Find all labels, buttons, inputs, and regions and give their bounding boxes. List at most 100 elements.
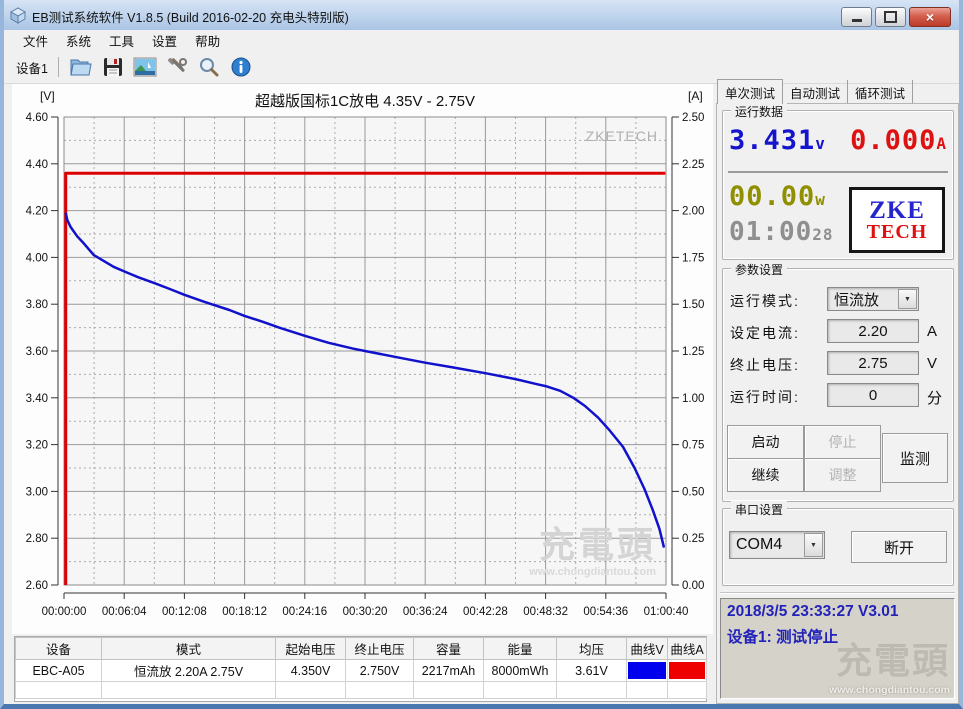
y-left-tick: 2.60 (26, 580, 48, 592)
chongdiantou-url-watermark: www.chongdiantou.com (528, 566, 656, 578)
x-tick: 00:06:04 (102, 606, 147, 618)
device-tab[interactable]: 设备1 (4, 54, 56, 81)
menu-item-3[interactable]: 设置 (143, 29, 186, 52)
status-box: 2018/3/5 23:33:27 V3.01 设备1: 测试停止 充電頭 ww… (720, 598, 955, 699)
titlebar: EB测试系统软件 V1.8.5 (Build 2016-02-20 充电头特别版… (0, 0, 963, 31)
status-timestamp: 2018/3/5 23:33:27 V3.01 (727, 603, 948, 621)
y-right-tick: 1.50 (682, 299, 704, 311)
maximize-icon (884, 11, 897, 23)
y-right-tick: 0.50 (682, 486, 704, 498)
y-left-tick: 3.40 (26, 393, 48, 405)
y-right-tick: 0.25 (682, 533, 704, 545)
resume-button[interactable]: 继续 (727, 458, 804, 492)
table-header-模式: 模式 (102, 638, 276, 660)
table-cell: 4.350V (276, 660, 346, 682)
x-tick: 00:00:00 (42, 606, 87, 618)
x-tick: 00:48:32 (523, 606, 568, 618)
minimize-icon (852, 19, 862, 22)
start-button[interactable]: 启动 (727, 425, 804, 459)
tab-自动测试[interactable]: 自动测试 (783, 80, 848, 104)
x-tick: 00:42:28 (463, 606, 508, 618)
close-button[interactable]: × (909, 7, 951, 27)
maximize-button[interactable] (875, 7, 906, 27)
chevron-down-icon[interactable]: ▼ (804, 533, 823, 557)
tools-icon[interactable] (163, 54, 191, 80)
disconnect-button[interactable]: 断开 (851, 531, 947, 563)
com-port-select[interactable]: COM4 ▼ (729, 531, 825, 559)
results-table-wrap: 设备模式起始电压终止电压容量能量均压曲线V曲线AEBC-A05恒流放 2.20A… (14, 636, 707, 702)
table-cell: 2217mAh (414, 660, 484, 682)
x-tick: 00:54:36 (583, 606, 628, 618)
app-window: EB测试系统软件 V1.8.5 (Build 2016-02-20 充电头特别版… (0, 0, 963, 709)
y-right-tick: 1.00 (682, 393, 704, 405)
run-time-input[interactable]: 0 (827, 383, 919, 407)
x-tick: 00:18:12 (222, 606, 267, 618)
menu-item-2[interactable]: 工具 (100, 29, 143, 52)
y-right-tick: 2.00 (682, 206, 704, 218)
cutoff-voltage-label: 终止电压: (730, 355, 800, 375)
table-cell: EBC-A05 (16, 660, 102, 682)
table-cell: 8000mWh (484, 660, 557, 682)
cutoff-voltage-input[interactable]: 2.75 (827, 351, 919, 375)
group-run-data: 运行数据 3.431v 0.000A 00.00w 01:0028 ZKE TE… (722, 110, 954, 260)
app-icon (9, 6, 27, 24)
set-current-input[interactable]: 2.20 (827, 319, 919, 343)
window-title: EB测试系统软件 V1.8.5 (Build 2016-02-20 充电头特别版… (32, 7, 349, 26)
y-right-tick: 1.75 (682, 252, 704, 264)
right-axis-unit: [A] (688, 89, 703, 103)
table-header-设备: 设备 (16, 638, 102, 660)
table-header-能量: 能量 (484, 638, 557, 660)
zketech-logo: ZKE TECH (849, 187, 945, 253)
y-left-tick: 4.40 (26, 159, 48, 171)
zoom-icon[interactable] (195, 54, 223, 80)
right-panel: 单次测试自动测试循环测试 运行数据 3.431v 0.000A 00.00w 0… (715, 84, 960, 704)
close-icon: × (926, 10, 934, 24)
y-left-tick: 2.80 (26, 533, 48, 545)
stop-button[interactable]: 停止 (804, 425, 881, 459)
time-display: 01:0028 (729, 219, 834, 245)
tab-单次测试[interactable]: 单次测试 (717, 79, 783, 104)
chongdiantou-watermark: 充電頭 (836, 632, 950, 684)
table-row[interactable]: EBC-A05恒流放 2.20A 2.75V4.350V2.750V2217mA… (16, 660, 707, 682)
run-time-unit: 分 (927, 387, 942, 408)
tab-page: 运行数据 3.431v 0.000A 00.00w 01:0028 ZKE TE… (716, 103, 959, 704)
run-time-label: 运行时间: (730, 387, 800, 407)
minimize-button[interactable] (841, 7, 872, 27)
y-left-tick: 3.20 (26, 440, 48, 452)
adjust-button[interactable]: 调整 (804, 458, 881, 492)
curve-a-swatch (669, 662, 705, 679)
save-icon[interactable] (99, 54, 127, 80)
open-folder-icon[interactable] (67, 54, 95, 80)
chongdiantou-url-watermark: www.chongdiantou.com (829, 684, 950, 696)
table-header-均压: 均压 (557, 638, 627, 660)
table-cell: 3.61V (557, 660, 627, 682)
power-display: 00.00w (729, 183, 826, 210)
left-axis-unit: [V] (40, 89, 55, 103)
image-export-icon[interactable] (131, 54, 159, 80)
x-tick: 00:24:16 (282, 606, 327, 618)
group-serial: 串口设置 COM4 ▼ 断开 (722, 508, 954, 586)
table-cell: 恒流放 2.20A 2.75V (102, 660, 276, 682)
menu-bar: 文件系统工具设置帮助 (4, 30, 959, 51)
run-mode-select[interactable]: 恒流放 ▼ (827, 287, 919, 311)
group-parameters-label: 参数设置 (731, 261, 787, 278)
run-mode-label: 运行模式: (730, 291, 800, 311)
y-left-tick: 4.00 (26, 252, 48, 264)
curve-v-swatch (628, 662, 666, 679)
chevron-down-icon[interactable]: ▼ (898, 289, 917, 309)
menu-item-4[interactable]: 帮助 (186, 29, 229, 52)
menu-item-1[interactable]: 系统 (57, 29, 100, 52)
tab-循环测试[interactable]: 循环测试 (848, 80, 913, 104)
x-tick: 01:00:40 (644, 606, 689, 618)
table-header-曲线A: 曲线A (668, 638, 707, 660)
results-table: 设备模式起始电压终止电压容量能量均压曲线V曲线AEBC-A05恒流放 2.20A… (15, 637, 707, 699)
monitor-button[interactable]: 监测 (882, 433, 948, 483)
menu-item-0[interactable]: 文件 (14, 29, 57, 52)
group-serial-label: 串口设置 (731, 501, 787, 518)
info-icon[interactable] (227, 54, 255, 80)
table-cell: 2.750V (346, 660, 414, 682)
y-right-tick: 2.50 (682, 112, 704, 124)
x-tick: 00:12:08 (162, 606, 207, 618)
cutoff-voltage-unit: V (927, 355, 937, 372)
voltage-display: 3.431v (729, 127, 826, 154)
